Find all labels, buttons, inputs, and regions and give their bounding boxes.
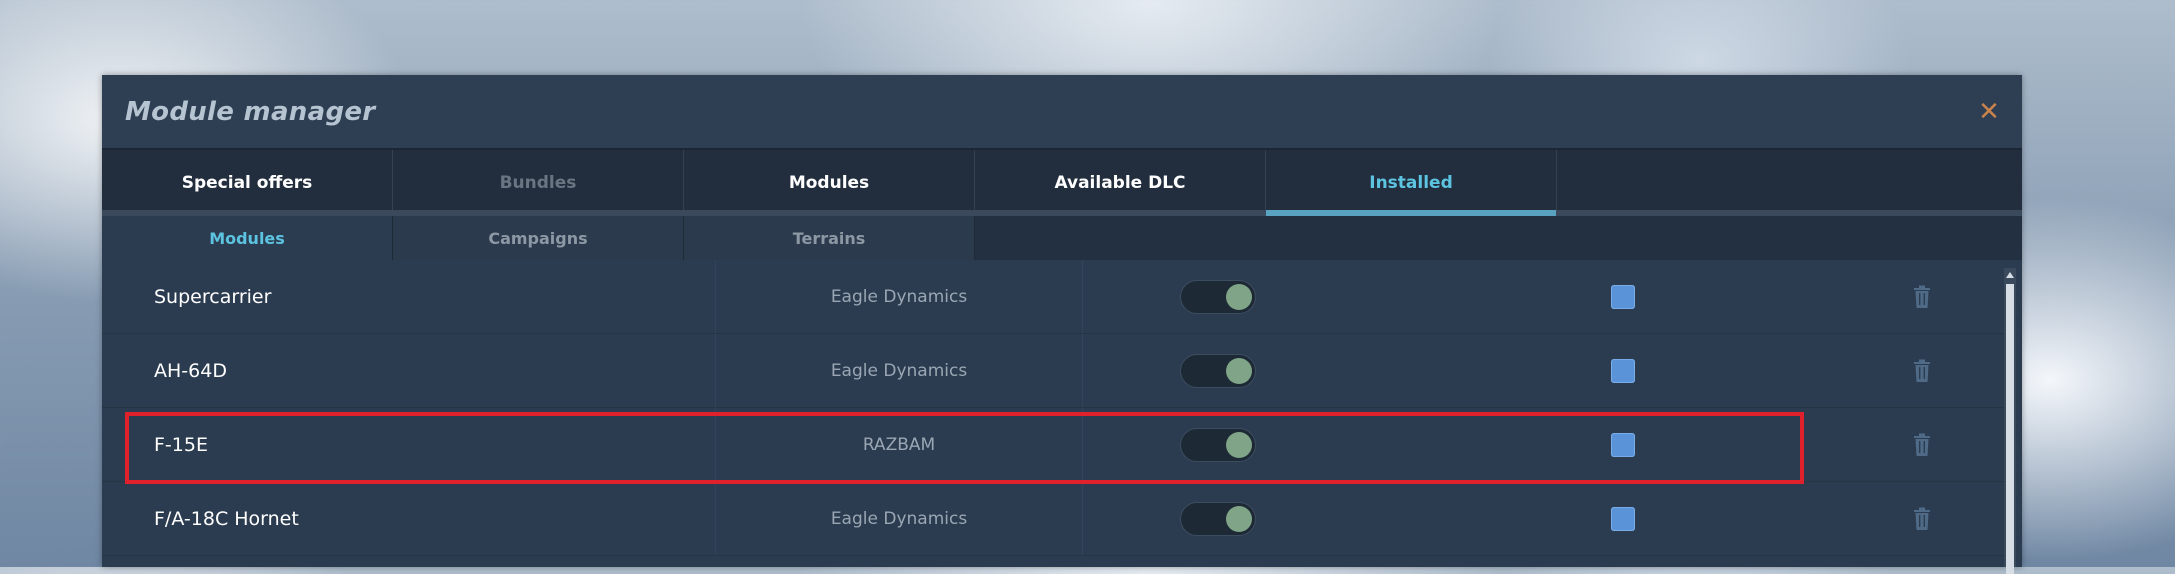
delete-button[interactable] <box>1913 507 1931 531</box>
module-row: F/A-18C Hornet Eagle Dynamics <box>102 482 2004 556</box>
subtab-modules[interactable]: Modules <box>102 216 393 260</box>
module-row: AH-64D Eagle Dynamics <box>102 334 2004 408</box>
trash-icon <box>1914 507 1930 530</box>
module-enable-toggle[interactable] <box>1180 501 1256 536</box>
module-developer: Eagle Dynamics <box>716 334 1083 407</box>
module-enable-toggle[interactable] <box>1180 427 1256 462</box>
trash-icon <box>1914 433 1930 456</box>
tab-modules[interactable]: Modules <box>684 150 975 216</box>
module-name: F-15E <box>102 408 716 481</box>
module-checkbox[interactable] <box>1611 358 1635 383</box>
module-developer: Eagle Dynamics <box>716 260 1083 333</box>
module-developer: Eagle Dynamics <box>716 482 1083 555</box>
window-title: Module manager <box>125 96 376 127</box>
tab-special-offers[interactable]: Special offers <box>102 150 393 216</box>
subtab-terrains[interactable]: Terrains <box>684 216 975 260</box>
toggle-knob <box>1226 431 1252 458</box>
main-tabs: Special offers Bundles Modules Available… <box>102 150 2022 216</box>
toggle-knob <box>1226 357 1252 384</box>
installed-module-list: Supercarrier Eagle Dynamics AH-64D Eagle… <box>102 260 2022 556</box>
close-button[interactable]: ✕ <box>1974 97 2004 127</box>
module-name: F/A-18C Hornet <box>102 482 716 555</box>
subtab-campaigns[interactable]: Campaigns <box>393 216 684 260</box>
tab-empty-slot <box>1557 150 1848 216</box>
toggle-knob <box>1226 505 1252 532</box>
delete-button[interactable] <box>1913 359 1931 383</box>
module-name: Supercarrier <box>102 260 716 333</box>
toggle-knob <box>1226 283 1252 310</box>
module-checkbox[interactable] <box>1611 506 1635 531</box>
module-developer: RAZBAM <box>716 408 1083 481</box>
module-enable-toggle[interactable] <box>1180 353 1256 388</box>
tab-installed[interactable]: Installed <box>1266 150 1557 216</box>
module-manager-window: Module manager ✕ Special offers Bundles … <box>102 75 2022 567</box>
close-icon: ✕ <box>1978 96 2000 127</box>
tab-bundles[interactable]: Bundles <box>393 150 684 216</box>
module-name: AH-64D <box>102 334 716 407</box>
trash-icon <box>1914 285 1930 308</box>
module-checkbox[interactable] <box>1611 432 1635 457</box>
trash-icon <box>1914 359 1930 382</box>
vertical-scrollbar[interactable] <box>2004 268 2016 574</box>
module-enable-toggle[interactable] <box>1180 279 1256 314</box>
arrow-up-icon <box>2006 272 2014 278</box>
title-bar: Module manager ✕ <box>102 75 2022 150</box>
sub-tabs: Modules Campaigns Terrains <box>102 216 2022 260</box>
delete-button[interactable] <box>1913 285 1931 309</box>
module-row: F-15E RAZBAM <box>102 408 2004 482</box>
delete-button[interactable] <box>1913 433 1931 457</box>
module-checkbox[interactable] <box>1611 284 1635 309</box>
tab-available-dlc[interactable]: Available DLC <box>975 150 1266 216</box>
scroll-up-button[interactable] <box>2004 268 2016 282</box>
scrollbar-thumb[interactable] <box>2006 284 2014 574</box>
module-row: Supercarrier Eagle Dynamics <box>102 260 2004 334</box>
